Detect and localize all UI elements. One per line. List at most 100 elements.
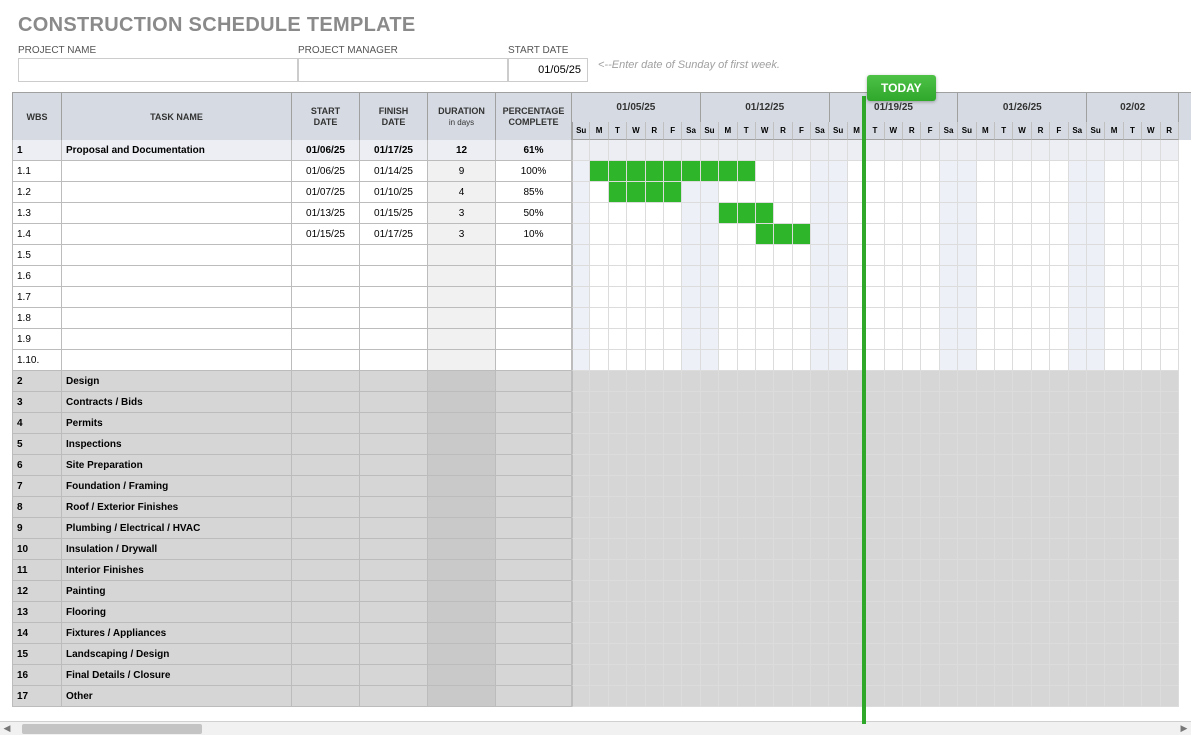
gantt-cell[interactable]: [646, 308, 664, 329]
table-row[interactable]: 1.101/06/2501/14/259100%: [12, 161, 1191, 182]
gantt-cell[interactable]: [940, 224, 958, 245]
gantt-cell[interactable]: [977, 434, 995, 455]
cell-start-date[interactable]: [292, 518, 360, 539]
gantt-cell[interactable]: [590, 287, 608, 308]
gantt-cell[interactable]: [738, 518, 756, 539]
gantt-cell[interactable]: [572, 329, 590, 350]
gantt-cell[interactable]: [940, 392, 958, 413]
cell-duration[interactable]: [428, 539, 496, 560]
gantt-cell[interactable]: [940, 413, 958, 434]
cell-duration[interactable]: [428, 350, 496, 371]
gantt-cell[interactable]: [1124, 182, 1142, 203]
table-row[interactable]: 14Fixtures / Appliances: [12, 623, 1191, 644]
gantt-cell[interactable]: [921, 371, 939, 392]
gantt-cell[interactable]: [590, 245, 608, 266]
table-row[interactable]: 1.10.: [12, 350, 1191, 371]
gantt-cell[interactable]: [885, 392, 903, 413]
gantt-cell[interactable]: [958, 140, 976, 161]
gantt-cell[interactable]: [885, 539, 903, 560]
cell-percent[interactable]: [496, 329, 572, 350]
gantt-cell[interactable]: [682, 266, 700, 287]
gantt-cell[interactable]: [646, 287, 664, 308]
cell-duration[interactable]: 9: [428, 161, 496, 182]
gantt-cell[interactable]: [940, 329, 958, 350]
gantt-cell[interactable]: [1142, 287, 1160, 308]
gantt-cell[interactable]: [885, 581, 903, 602]
gantt-cell[interactable]: [885, 266, 903, 287]
gantt-cell[interactable]: [609, 371, 627, 392]
gantt-cell[interactable]: [793, 224, 811, 245]
gantt-cell[interactable]: [793, 602, 811, 623]
gantt-cell[interactable]: [1105, 371, 1123, 392]
gantt-cell[interactable]: [1161, 245, 1179, 266]
gantt-cell[interactable]: [866, 518, 884, 539]
gantt-cell[interactable]: [1050, 413, 1068, 434]
gantt-cell[interactable]: [774, 245, 792, 266]
gantt-cell[interactable]: [572, 413, 590, 434]
gantt-cell[interactable]: [921, 287, 939, 308]
gantt-cell[interactable]: [793, 182, 811, 203]
gantt-cell[interactable]: [1087, 497, 1105, 518]
gantt-cell[interactable]: [940, 686, 958, 707]
cell-task[interactable]: Foundation / Framing: [62, 476, 292, 497]
gantt-cell[interactable]: [682, 476, 700, 497]
gantt-cell[interactable]: [995, 224, 1013, 245]
project-name-input[interactable]: [18, 58, 298, 82]
gantt-cell[interactable]: [1032, 560, 1050, 581]
gantt-cell[interactable]: [940, 140, 958, 161]
gantt-cell[interactable]: [940, 497, 958, 518]
gantt-cell[interactable]: [609, 434, 627, 455]
gantt-cell[interactable]: [977, 371, 995, 392]
cell-wbs[interactable]: 5: [12, 434, 62, 455]
gantt-cell[interactable]: [719, 266, 737, 287]
gantt-cell[interactable]: [572, 287, 590, 308]
gantt-cell[interactable]: [1032, 623, 1050, 644]
cell-start-date[interactable]: [292, 581, 360, 602]
gantt-cell[interactable]: [646, 476, 664, 497]
gantt-cell[interactable]: [866, 266, 884, 287]
gantt-cell[interactable]: [1105, 413, 1123, 434]
cell-finish-date[interactable]: [360, 308, 428, 329]
cell-finish-date[interactable]: [360, 455, 428, 476]
gantt-cell[interactable]: [664, 182, 682, 203]
gantt-cell[interactable]: [609, 329, 627, 350]
cell-task[interactable]: Painting: [62, 581, 292, 602]
start-date-input[interactable]: [508, 58, 588, 82]
gantt-cell[interactable]: [793, 287, 811, 308]
gantt-cell[interactable]: [921, 623, 939, 644]
cell-task[interactable]: Design: [62, 371, 292, 392]
cell-duration[interactable]: 3: [428, 203, 496, 224]
gantt-cell[interactable]: [995, 602, 1013, 623]
gantt-cell[interactable]: [885, 686, 903, 707]
gantt-cell[interactable]: [701, 644, 719, 665]
gantt-cell[interactable]: [793, 308, 811, 329]
gantt-cell[interactable]: [774, 140, 792, 161]
gantt-cell[interactable]: [738, 665, 756, 686]
gantt-cell[interactable]: [682, 560, 700, 581]
gantt-cell[interactable]: [977, 140, 995, 161]
gantt-cell[interactable]: [829, 413, 847, 434]
gantt-cell[interactable]: [977, 224, 995, 245]
gantt-cell[interactable]: [774, 665, 792, 686]
gantt-cell[interactable]: [646, 350, 664, 371]
gantt-cell[interactable]: [793, 350, 811, 371]
gantt-cell[interactable]: [829, 140, 847, 161]
gantt-cell[interactable]: [811, 539, 829, 560]
gantt-cell[interactable]: [646, 623, 664, 644]
gantt-cell[interactable]: [958, 602, 976, 623]
cell-percent[interactable]: [496, 581, 572, 602]
gantt-cell[interactable]: [1142, 497, 1160, 518]
gantt-cell[interactable]: [1013, 140, 1031, 161]
gantt-cell[interactable]: [609, 140, 627, 161]
cell-finish-date[interactable]: [360, 476, 428, 497]
gantt-cell[interactable]: [719, 413, 737, 434]
gantt-cell[interactable]: [1142, 665, 1160, 686]
gantt-cell[interactable]: [756, 308, 774, 329]
gantt-cell[interactable]: [829, 182, 847, 203]
gantt-cell[interactable]: [793, 539, 811, 560]
cell-finish-date[interactable]: [360, 350, 428, 371]
gantt-cell[interactable]: [646, 434, 664, 455]
gantt-cell[interactable]: [1013, 581, 1031, 602]
gantt-cell[interactable]: [774, 518, 792, 539]
gantt-cell[interactable]: [1161, 644, 1179, 665]
